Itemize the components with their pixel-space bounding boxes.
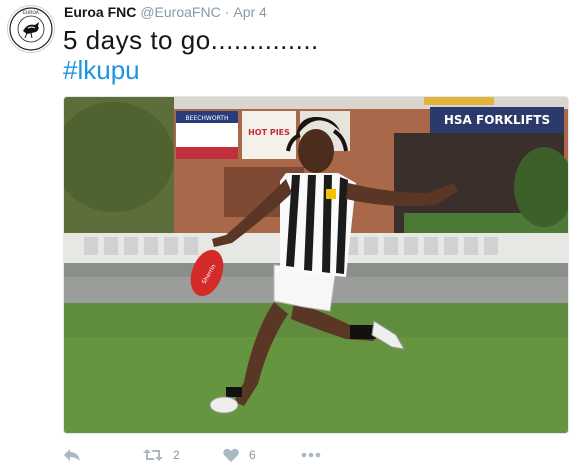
tweet-header: Euroa FNC @EuroaFNC · Apr 4 <box>64 4 267 22</box>
retweet-icon <box>143 449 163 461</box>
tweet-photo[interactable]: BEECHWORTH HOT PIES HSA FORKLIFTS Sherri… <box>63 96 569 434</box>
more-button[interactable] <box>301 452 321 458</box>
reply-button[interactable] <box>63 448 143 462</box>
user-handle[interactable]: @EuroaFNC <box>140 4 220 20</box>
magpie-club-logo-icon: EUROA <box>9 7 53 51</box>
tweet-text-line: 5 days to go.............. <box>63 25 319 55</box>
avatar[interactable]: EUROA <box>7 5 55 53</box>
tweet-text: 5 days to go.............. #lkupu <box>63 25 563 85</box>
separator-dot: · <box>224 4 230 20</box>
tweet-date[interactable]: Apr 4 <box>233 4 266 20</box>
hot-pies-sign: HOT PIES <box>248 128 290 137</box>
retweet-count: 2 <box>173 448 180 462</box>
like-button[interactable]: 6 <box>223 448 301 462</box>
retweet-button[interactable]: 2 <box>143 448 223 462</box>
more-icon <box>301 452 321 458</box>
like-count: 6 <box>249 448 256 462</box>
hashtag-link[interactable]: #lkupu <box>63 55 563 85</box>
banner-right-text: HSA FORKLIFTS <box>444 113 550 127</box>
reply-icon <box>64 449 80 461</box>
display-name[interactable]: Euroa FNC <box>64 4 136 20</box>
heart-icon <box>223 448 239 462</box>
tweet-actions: 2 6 <box>63 444 321 466</box>
svg-text:EUROA: EUROA <box>23 10 40 16</box>
football-kick-photo: BEECHWORTH HOT PIES HSA FORKLIFTS Sherri… <box>64 97 568 433</box>
banner-left-text: BEECHWORTH <box>186 115 229 122</box>
